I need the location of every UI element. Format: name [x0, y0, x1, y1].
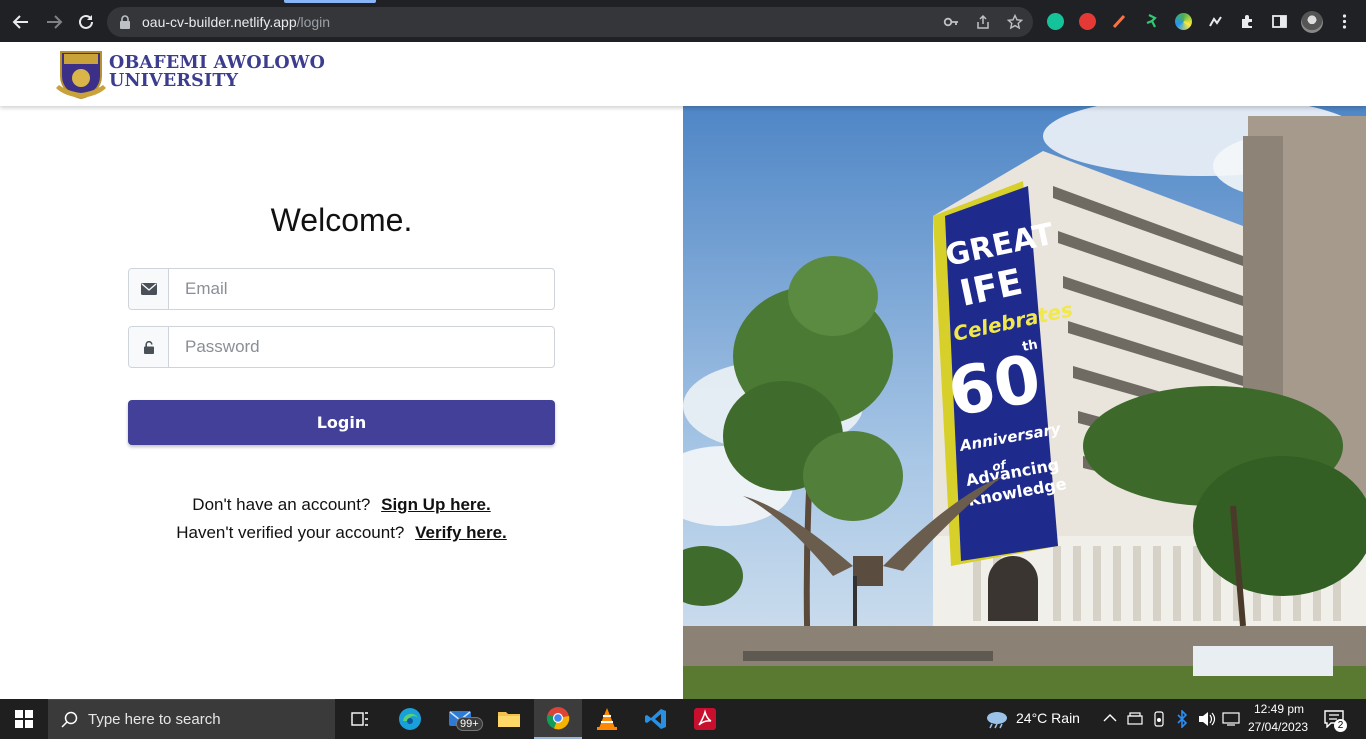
envelope-icon [140, 283, 157, 295]
share-icon[interactable] [975, 14, 991, 30]
campus-illustration: GREAT IFE Celebrates 60 th Anniversary o… [683, 106, 1366, 699]
key-icon[interactable] [943, 14, 959, 30]
weather-text[interactable]: 24°C Rain [1016, 710, 1080, 726]
notification-badge: 2 [1334, 719, 1347, 732]
runner-extension-icon[interactable] [1143, 13, 1160, 30]
volume-icon[interactable] [1198, 711, 1216, 727]
forward-button[interactable] [43, 11, 65, 33]
mail-badge: 99+ [456, 717, 483, 731]
signup-link[interactable]: Sign Up here. [381, 495, 491, 514]
acrobat-app[interactable] [681, 699, 729, 739]
extension-tool-icon[interactable] [1207, 13, 1224, 30]
edge-icon [399, 708, 421, 730]
password-input[interactable] [169, 327, 554, 367]
verify-prompt: Haven't verified your account? [176, 523, 405, 542]
windows-logo-icon [15, 710, 33, 728]
adblock-extension-icon[interactable] [1079, 13, 1096, 30]
email-input[interactable] [169, 269, 554, 309]
colorful-extension-icon[interactable] [1175, 13, 1192, 30]
start-button[interactable] [0, 699, 48, 739]
puzzle-extensions-icon[interactable] [1239, 13, 1256, 30]
vlc-app[interactable] [583, 699, 631, 739]
svg-text:60: 60 [942, 340, 1046, 432]
university-name[interactable]: OBAFEMI AWOLOWO UNIVERSITY [109, 54, 325, 90]
active-tab-indicator [284, 0, 376, 3]
bookmark-star-icon[interactable] [1007, 14, 1023, 30]
mail-app[interactable]: 99+ [436, 699, 484, 739]
taskbar-search-box[interactable]: Type here to search [48, 699, 335, 739]
email-addon [129, 269, 169, 309]
usb-device-icon[interactable] [1152, 711, 1166, 727]
welcome-heading: Welcome. [270, 202, 413, 238]
forward-arrow-icon [47, 15, 63, 29]
signup-line: Don't have an account? Sign Up here. [0, 495, 683, 515]
search-icon [61, 711, 78, 728]
back-button[interactable] [10, 11, 32, 33]
password-field [128, 326, 555, 368]
kebab-menu-icon[interactable] [1336, 13, 1353, 30]
login-panel: Welcome. Login Don't have an account? Si… [0, 106, 683, 699]
task-view-button[interactable] [336, 699, 384, 739]
vscode-app[interactable] [632, 699, 680, 739]
bluetooth-icon[interactable] [1176, 710, 1188, 728]
weather-rain-icon[interactable] [984, 709, 1010, 729]
email-field [128, 268, 555, 310]
chrome-icon [546, 707, 570, 730]
wifi-icon[interactable] [1222, 711, 1240, 727]
folder-icon [498, 712, 520, 727]
network-drive-icon[interactable] [1127, 712, 1143, 726]
search-placeholder: Type here to search [88, 711, 221, 728]
login-button[interactable]: Login [128, 400, 555, 445]
color-picker-extension-icon[interactable] [1111, 13, 1128, 30]
pdf-icon [694, 708, 716, 730]
browser-toolbar: oau-cv-builder.netlify.app/login [0, 0, 1366, 42]
side-panel-icon[interactable] [1271, 13, 1288, 30]
url-text: oau-cv-builder.netlify.app/login [142, 14, 331, 30]
lock-icon [120, 15, 130, 29]
clock-date[interactable]: 27/04/2023 [1248, 720, 1308, 734]
windows-taskbar: Type here to search 99+ 24°C Rain 12:49 … [0, 699, 1366, 739]
file-explorer-app[interactable] [485, 699, 533, 739]
address-bar[interactable]: oau-cv-builder.netlify.app/login [107, 7, 1033, 37]
clock-time[interactable]: 12:49 pm [1254, 702, 1304, 716]
back-arrow-icon [12, 15, 28, 29]
campus-photo: GREAT IFE Celebrates 60 th Anniversary o… [683, 106, 1366, 699]
verify-line: Haven't verified your account? Verify he… [0, 523, 683, 543]
task-view-icon [351, 712, 368, 726]
vlc-cone-icon [597, 708, 617, 730]
site-header: OBAFEMI AWOLOWO UNIVERSITY [0, 42, 1366, 106]
password-addon [129, 327, 169, 367]
oau-crest-logo[interactable] [56, 48, 106, 100]
profile-avatar[interactable] [1301, 11, 1323, 33]
reload-button[interactable] [75, 11, 97, 33]
lock-icon [143, 340, 154, 354]
reload-icon [79, 14, 93, 29]
edge-app[interactable] [386, 699, 434, 739]
chevron-up-icon[interactable] [1103, 713, 1117, 723]
verify-link[interactable]: Verify here. [415, 523, 507, 542]
signup-prompt: Don't have an account? [192, 495, 371, 514]
chrome-app[interactable] [534, 699, 582, 739]
grammarly-extension-icon[interactable] [1047, 13, 1064, 30]
vscode-icon [645, 709, 666, 729]
svg-text:th: th [1021, 337, 1039, 354]
